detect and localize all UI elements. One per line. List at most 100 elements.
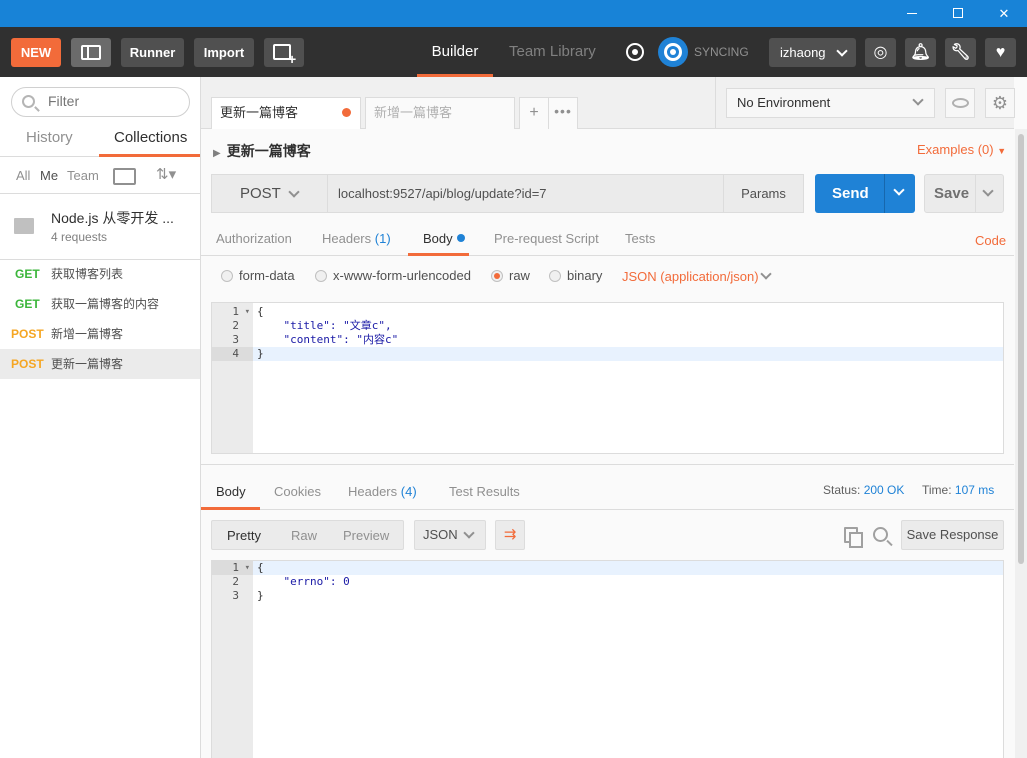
code-line: } xyxy=(257,589,264,602)
copy-icon[interactable] xyxy=(844,527,863,548)
collection-name: Node.js 从零开发 ... xyxy=(51,210,174,226)
minimize-icon xyxy=(907,13,917,14)
tab-headers[interactable]: Headers (1) xyxy=(322,231,391,246)
collection-item[interactable]: Node.js 从零开发 ... 4 requests xyxy=(0,201,200,251)
request-title-text: 更新一篇博客 xyxy=(226,143,311,159)
nav-builder[interactable]: Builder xyxy=(417,27,493,77)
filter-team[interactable]: Team xyxy=(67,168,99,183)
toggle-sidebar-button[interactable] xyxy=(71,38,111,67)
examples-dropdown[interactable]: Examples (0) ▼ xyxy=(917,142,1006,157)
sync-icon[interactable] xyxy=(658,37,688,67)
tab-prerequest-script[interactable]: Pre-request Script xyxy=(494,231,599,246)
app-header: NEW Runner Import + Builder Team Library… xyxy=(0,27,1027,77)
save-response-button[interactable]: Save Response xyxy=(901,520,1004,550)
more-tabs-button[interactable]: ••• xyxy=(548,97,578,129)
headers-count: (4) xyxy=(400,484,417,499)
nav-team-library[interactable]: Team Library xyxy=(509,27,596,77)
status-value: 200 OK xyxy=(863,483,905,497)
environment-value: No Environment xyxy=(737,95,831,110)
chevron-down-icon xyxy=(836,45,848,57)
format-pretty[interactable]: Pretty xyxy=(227,528,261,543)
environment-quick-look[interactable] xyxy=(945,88,975,118)
method-select[interactable]: POST xyxy=(211,174,328,213)
request-tab[interactable]: 新增一篇博客 xyxy=(365,97,515,129)
minimize-button[interactable] xyxy=(889,0,935,27)
filter-input[interactable] xyxy=(48,93,178,109)
request-item[interactable]: GET 获取博客列表 xyxy=(0,259,200,289)
method-value: POST xyxy=(240,185,281,202)
sidebar-tabs: History Collections xyxy=(0,125,200,157)
filter-all[interactable]: All xyxy=(16,168,30,183)
line-number: 1 xyxy=(212,561,253,575)
line-number: 4 xyxy=(212,347,253,361)
url-input[interactable]: localhost:9527/api/blog/update?id=7 xyxy=(327,174,724,213)
content-type-select[interactable]: JSON (application/json) xyxy=(622,269,759,284)
user-menu[interactable]: izhaong xyxy=(769,38,856,67)
line-number: 3 xyxy=(232,333,239,346)
language-select[interactable]: JSON xyxy=(414,520,486,550)
response-body-viewer[interactable]: 1 2 3 { "errno": 0 } xyxy=(211,560,1004,758)
code-line: } xyxy=(253,347,1003,361)
body-mode-radios: form-data x-www-form-urlencoded raw bina… xyxy=(201,263,1014,291)
radio-form-data[interactable]: form-data xyxy=(221,268,295,283)
title-bar: ✕ xyxy=(0,0,1027,27)
radio-binary[interactable]: binary xyxy=(549,268,602,283)
send-label: Send xyxy=(832,185,869,202)
tab-body[interactable]: Body xyxy=(423,231,465,246)
send-button[interactable]: Send xyxy=(815,174,915,213)
tab-history[interactable]: History xyxy=(26,129,73,146)
maximize-button[interactable] xyxy=(935,0,981,27)
request-item[interactable]: POST 新增一篇博客 xyxy=(0,319,200,349)
new-folder-icon[interactable] xyxy=(113,168,136,185)
search-icon[interactable] xyxy=(873,527,888,542)
tab-response-headers[interactable]: Headers (4) xyxy=(348,484,417,499)
chevron-down-icon[interactable] xyxy=(893,184,905,196)
save-button[interactable]: Save xyxy=(924,174,1004,213)
search-icon xyxy=(22,95,35,108)
favorite-button[interactable]: ♥ xyxy=(985,38,1016,67)
active-tab-indicator xyxy=(99,154,200,157)
environment-select[interactable]: No Environment xyxy=(726,88,935,118)
tab-tests[interactable]: Tests xyxy=(625,231,655,246)
wrap-lines-button[interactable]: ⇉ xyxy=(495,520,525,550)
tab-authorization[interactable]: Authorization xyxy=(216,231,292,246)
tab-test-results[interactable]: Test Results xyxy=(449,484,520,499)
sort-icon[interactable]: ⇅▾ xyxy=(156,165,176,183)
tab-collections[interactable]: Collections xyxy=(114,129,187,146)
close-button[interactable]: ✕ xyxy=(981,0,1027,27)
scrollbar[interactable] xyxy=(1015,129,1027,758)
radio-urlencoded[interactable]: x-www-form-urlencoded xyxy=(315,268,471,283)
tab-response-body[interactable]: Body xyxy=(216,484,246,499)
request-item-active[interactable]: POST 更新一篇博客 xyxy=(0,349,200,379)
request-title[interactable]: ▶ 更新一篇博客 xyxy=(213,141,311,161)
eye-icon xyxy=(952,98,969,108)
code-link[interactable]: Code xyxy=(975,233,1006,248)
import-button[interactable]: Import xyxy=(194,38,254,67)
request-body-editor[interactable]: 1 2 3 4 { "title": "文章c", "content": "内容… xyxy=(211,302,1004,454)
save-label: Save xyxy=(934,185,970,202)
notifications-button[interactable]: 🔔︎ xyxy=(905,38,936,67)
manage-environments[interactable]: ⚙ xyxy=(985,88,1015,118)
request-tab-active[interactable]: 更新一篇博客 xyxy=(211,97,361,129)
active-tab-indicator xyxy=(201,507,260,510)
params-button[interactable]: Params xyxy=(723,174,804,213)
filter-me[interactable]: Me xyxy=(40,168,58,183)
format-preview[interactable]: Preview xyxy=(343,528,389,543)
settings-button[interactable]: 🔧︎ xyxy=(945,38,976,67)
sync-status: SYNCING xyxy=(694,45,749,59)
scroll-thumb[interactable] xyxy=(1018,134,1024,564)
tab-label: 新增一篇博客 xyxy=(374,105,453,120)
method-badge: POST xyxy=(11,327,44,341)
tab-cookies[interactable]: Cookies xyxy=(274,484,321,499)
satellite-button[interactable]: ◎ xyxy=(865,38,896,67)
radio-raw[interactable]: raw xyxy=(491,268,530,283)
chevron-down-icon[interactable] xyxy=(982,185,994,197)
new-button[interactable]: NEW xyxy=(11,38,61,67)
request-item[interactable]: GET 获取一篇博客的内容 xyxy=(0,289,200,319)
interceptor-button[interactable] xyxy=(620,38,650,67)
filter-box[interactable] xyxy=(11,87,190,117)
format-raw[interactable]: Raw xyxy=(291,528,317,543)
new-window-button[interactable]: + xyxy=(264,38,304,67)
runner-button[interactable]: Runner xyxy=(121,38,184,67)
add-tab-button[interactable]: + xyxy=(519,97,549,129)
